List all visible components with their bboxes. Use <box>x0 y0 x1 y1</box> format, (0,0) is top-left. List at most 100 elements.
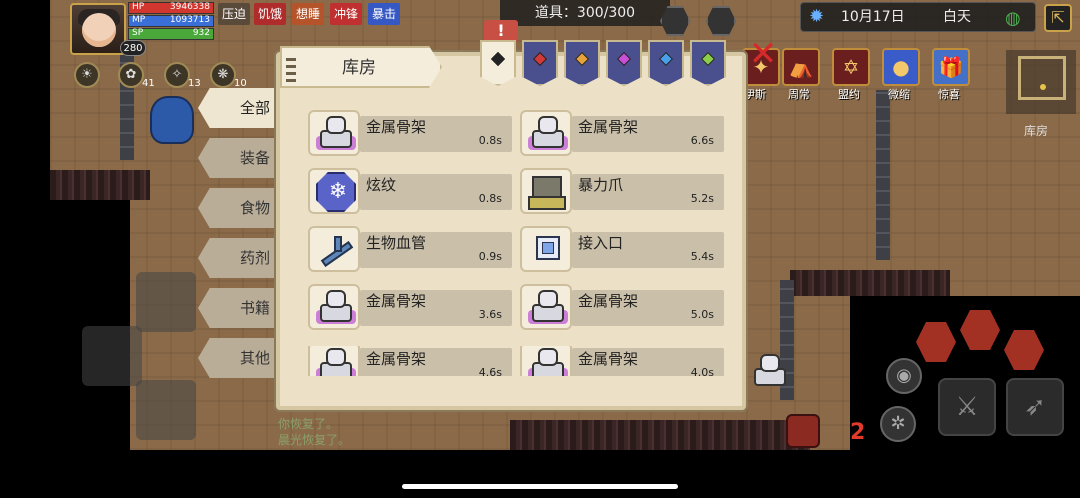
chat-log: 你恢复了。 晨光恢复了。 <box>278 416 350 448</box>
item-name: 金属骨架 <box>366 118 427 136</box>
dpad-down[interactable] <box>136 380 196 440</box>
item-name: 接入口 <box>578 234 624 252</box>
bag-icon[interactable] <box>150 96 194 144</box>
surprise-icon[interactable]: 🎁 <box>932 48 970 86</box>
player-avatar[interactable] <box>70 3 126 55</box>
item-name: 炫纹 <box>366 176 397 194</box>
item-icon <box>308 346 360 376</box>
tab-books[interactable]: 书籍 <box>198 288 282 328</box>
buff-count: 10 <box>234 78 247 89</box>
item-slot[interactable]: 生物血管 0.9s <box>308 226 512 272</box>
item-slot[interactable]: 金属骨架 4.0s <box>520 346 724 376</box>
date-text: 10月17日 <box>841 9 905 25</box>
item-name: 金属骨架 <box>366 350 427 368</box>
item-slot[interactable]: 金属骨架 6.6s <box>520 110 724 156</box>
metal-skeleton-icon <box>316 348 356 376</box>
settings-gear-icon[interactable]: ✲ <box>880 406 916 442</box>
item-time: 0.8s <box>478 192 502 205</box>
item-time: 4.6s <box>478 366 502 376</box>
date-time-bar: ✹ 10月17日 白天 ◍ <box>800 2 1036 32</box>
sword-skill-icon[interactable]: ⚔ <box>938 378 996 436</box>
player-level: 280 <box>120 40 146 56</box>
sp-value: 932 <box>192 28 210 38</box>
target-icon[interactable]: ◉ <box>886 358 922 394</box>
buff-sun-icon[interactable]: ☀ <box>74 62 100 88</box>
item-time: 0.8s <box>478 134 502 147</box>
status-tag-charge[interactable]: 冲锋 <box>330 3 363 25</box>
skeleton-enemy-icon <box>752 354 788 388</box>
status-tag-sleepy[interactable]: 想睡 <box>292 3 325 25</box>
status-tag-crit[interactable]: 暴击 <box>368 3 401 25</box>
gem-icon <box>574 51 590 67</box>
item-slot[interactable]: 金属骨架 3.6s <box>308 284 512 330</box>
dpad-up[interactable] <box>136 272 196 332</box>
buff-star-icon[interactable]: ❋ <box>210 62 236 88</box>
rune-pattern-icon: ❄ <box>316 172 356 212</box>
item-name: 暴力爪 <box>578 176 624 194</box>
avatar-face <box>82 13 116 47</box>
gem-icon <box>616 51 632 67</box>
item-icon <box>520 226 572 272</box>
metal-skeleton-icon <box>528 290 568 324</box>
mp-value: 1093713 <box>169 15 210 25</box>
status-tag-hungry[interactable]: 饥饿 <box>254 3 287 25</box>
tab-other[interactable]: 其他 <box>198 338 282 378</box>
potion-icon[interactable] <box>786 414 820 448</box>
exit-icon[interactable]: ⇱ <box>1044 4 1072 32</box>
item-slot[interactable]: 金属骨架 4.6s <box>308 346 512 376</box>
buff-flower-icon[interactable]: ✿ <box>118 62 144 88</box>
filter-tab-purple[interactable] <box>606 40 642 86</box>
close-icon[interactable]: ✕ <box>748 37 778 71</box>
menu-item-label: 微缩 <box>888 88 910 101</box>
hp-bar: HP 3946338 <box>128 2 214 14</box>
metal-skeleton-icon <box>316 290 356 324</box>
buff-count: 13 <box>188 78 201 89</box>
filter-tab-blue[interactable] <box>648 40 684 86</box>
item-slot[interactable]: 接入口 5.4s <box>520 226 724 272</box>
minimap[interactable] <box>1006 50 1076 114</box>
status-tag-oppress[interactable]: 压迫 <box>218 3 251 25</box>
item-icon <box>520 168 572 214</box>
home-indicator[interactable] <box>402 484 678 489</box>
hp-label: HP <box>132 2 145 12</box>
filter-tab-green[interactable] <box>690 40 726 86</box>
pact-icon[interactable]: ✡ <box>832 48 870 86</box>
tab-food[interactable]: 食物 <box>198 188 282 228</box>
filter-tab-all[interactable] <box>480 40 516 86</box>
network-icon: ◍ <box>1005 8 1021 29</box>
minimap-room <box>1018 56 1066 100</box>
sun-icon: ✹ <box>809 6 825 27</box>
item-slot[interactable]: 暴力爪 5.2s <box>520 168 724 214</box>
miniature-icon[interactable]: ● <box>882 48 920 86</box>
buff-count: 41 <box>142 78 155 89</box>
hp-value: 3946338 <box>169 2 210 12</box>
blood-vessel-icon <box>314 232 358 270</box>
item-time: 0.9s <box>478 250 502 263</box>
metal-skeleton-icon <box>316 116 356 150</box>
tab-all[interactable]: 全部 <box>198 88 282 128</box>
weekly-icon[interactable]: ⛺ <box>782 48 820 86</box>
item-slot[interactable]: ❄ 炫纹 0.8s <box>308 168 512 214</box>
item-time: 5.2s <box>690 192 714 205</box>
item-slot[interactable]: 金属骨架 0.8s <box>308 110 512 156</box>
item-time: 4.0s <box>690 366 714 376</box>
filter-tab-red[interactable] <box>522 40 558 86</box>
item-time: 5.0s <box>690 308 714 321</box>
tab-potion[interactable]: 药剂 <box>198 238 282 278</box>
item-time: 5.4s <box>690 250 714 263</box>
claw-icon <box>528 172 568 212</box>
item-time: 3.6s <box>478 308 502 321</box>
filter-tab-orange[interactable] <box>564 40 600 86</box>
item-slot[interactable]: 金属骨架 5.0s <box>520 284 724 330</box>
tab-equipment[interactable]: 装备 <box>198 138 282 178</box>
menu-item-label: 伊斯 <box>744 88 766 101</box>
mp-bar: MP 1093713 <box>128 15 214 27</box>
menu-item-label: 周常 <box>788 88 810 101</box>
menu-item-label: 盟约 <box>838 88 860 101</box>
buff-spark-icon[interactable]: ✧ <box>164 62 190 88</box>
minimap-label: 库房 <box>1024 124 1049 138</box>
dpad-left[interactable] <box>82 326 142 386</box>
gem-icon <box>532 51 548 67</box>
sp-label: SP <box>132 28 144 38</box>
bow-skill-icon[interactable]: ➶ <box>1006 378 1064 436</box>
